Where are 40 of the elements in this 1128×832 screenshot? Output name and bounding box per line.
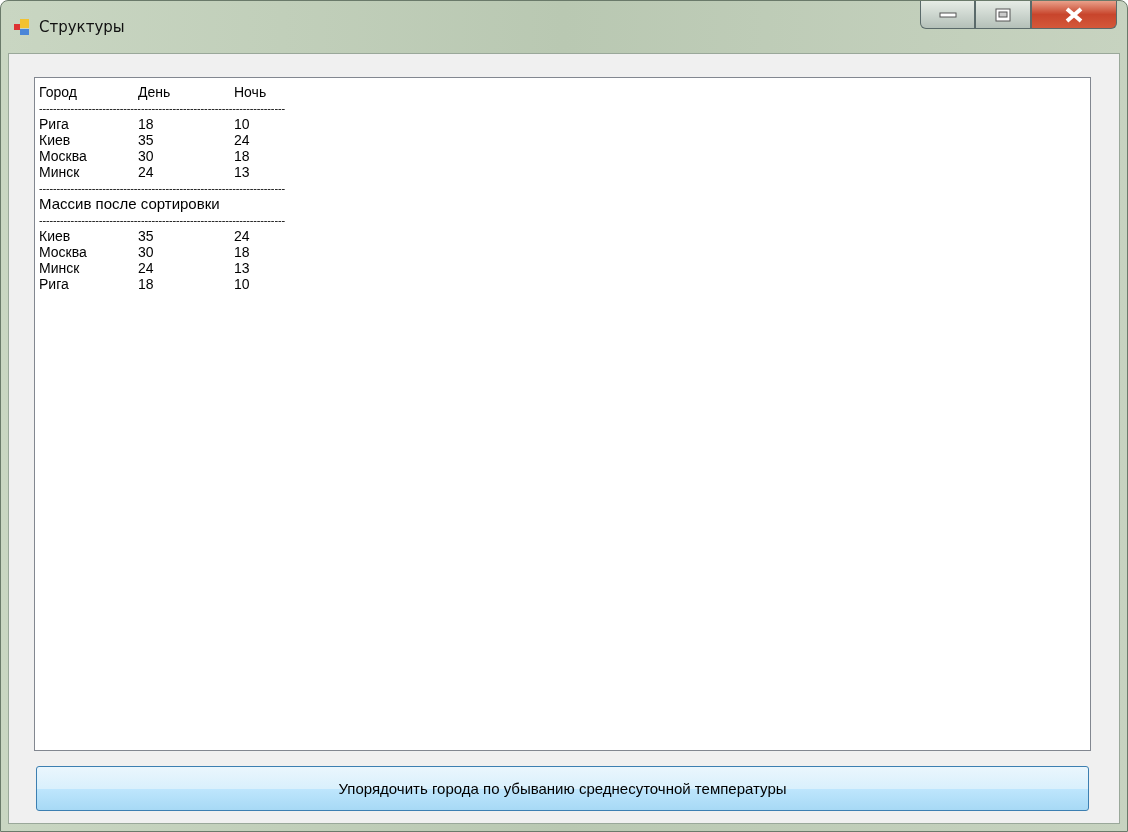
list-cell-text: Москва — [39, 244, 88, 260]
window-title: Структуры — [39, 18, 125, 36]
dashed-separator: ---------------------------------------------------------------------- — [39, 181, 285, 196]
minimize-icon — [938, 10, 957, 19]
sort-button[interactable]: Упорядочить города по убыванию среднесуточной температуры — [36, 766, 1089, 811]
list-cell-text: Киев — [39, 132, 72, 148]
list-cell: 13 — [234, 260, 250, 276]
app-icon — [13, 18, 31, 36]
maximize-icon — [995, 7, 1011, 22]
minimize-button[interactable] — [920, 1, 975, 29]
list-cell: 24 — [234, 228, 250, 244]
list-cell-text: 35 — [138, 132, 155, 148]
list-cell: 10 — [234, 276, 250, 292]
list-cell-text: 18 — [138, 116, 155, 132]
list-cell: 10 — [234, 116, 250, 132]
list-cell: 18 — [234, 148, 250, 164]
list-cell-text: 30 — [138, 148, 155, 164]
dashed-separator: ---------------------------------------------------------------------- — [39, 213, 285, 228]
list-cell-text: 24 — [138, 164, 155, 180]
dashed-separator: ---------------------------------------------------------------------- — [39, 101, 285, 116]
list-cell: 24 — [234, 132, 250, 148]
list-cell-text: Рига — [39, 276, 70, 292]
list-cell-text: Москва — [39, 148, 88, 164]
list-cell-text: 30 — [138, 244, 155, 260]
list-cell-text: Минск — [39, 260, 81, 276]
close-button[interactable] — [1031, 1, 1117, 29]
maximize-button[interactable] — [975, 1, 1031, 29]
list-cell-text: День — [138, 84, 172, 100]
list-cell-text: 35 — [138, 228, 155, 244]
list-cell-text: Киев — [39, 228, 72, 244]
list-cell-text: Рига — [39, 116, 70, 132]
list-item: Массив после сортировки — [39, 194, 220, 212]
list-cell-text: Минск — [39, 164, 81, 180]
list-cell: 13 — [234, 164, 250, 180]
list-cell-text: 24 — [138, 260, 155, 276]
list-cell: 18 — [234, 244, 250, 260]
close-icon — [1064, 6, 1084, 23]
list-cell-text: Город — [39, 84, 78, 100]
list-cell: Ночь — [234, 84, 267, 100]
list-cell-text: 18 — [138, 276, 155, 292]
